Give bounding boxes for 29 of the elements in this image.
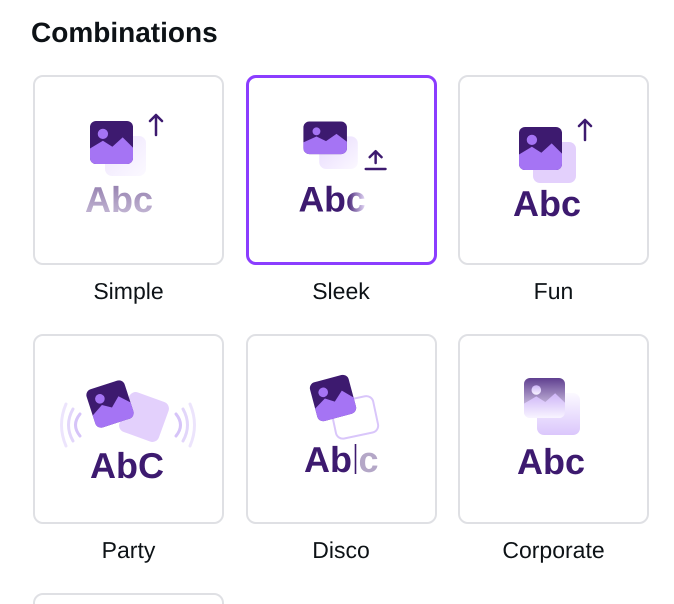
style-label: Sleek bbox=[312, 277, 370, 306]
image-icon bbox=[524, 378, 565, 418]
arrow-up-icon bbox=[148, 114, 164, 136]
preview-text: Abc bbox=[85, 179, 154, 220]
preview-text: Ab bbox=[304, 439, 352, 480]
upload-icon bbox=[364, 150, 386, 170]
style-label: Party bbox=[102, 536, 156, 565]
style-label: Corporate bbox=[502, 536, 605, 565]
style-card[interactable]: Abc bbox=[246, 75, 436, 265]
text-cursor-icon bbox=[354, 444, 356, 474]
section-title: Combinations bbox=[31, 16, 218, 50]
preview-text: AbC bbox=[90, 445, 164, 486]
style-label: Disco bbox=[312, 536, 370, 565]
style-label: Fun bbox=[534, 277, 574, 306]
preview-text: Abc bbox=[513, 183, 582, 224]
preview-text: Abc bbox=[298, 180, 366, 220]
faded-preview-text: c bbox=[358, 439, 378, 480]
style-card[interactable]: AbC bbox=[33, 334, 224, 524]
sound-waves-icon bbox=[174, 402, 196, 448]
style-card[interactable]: Abc bbox=[458, 75, 649, 265]
style-label: Simple bbox=[93, 277, 164, 306]
arrow-up-icon bbox=[578, 118, 592, 142]
sound-waves-icon bbox=[60, 402, 82, 448]
style-card[interactable]: Ab c bbox=[246, 334, 436, 524]
image-icon bbox=[302, 122, 346, 154]
preview-text: Abc bbox=[517, 441, 586, 482]
image-icon bbox=[90, 121, 133, 164]
image-icon bbox=[519, 127, 562, 170]
style-card[interactable]: Abc bbox=[458, 334, 649, 524]
